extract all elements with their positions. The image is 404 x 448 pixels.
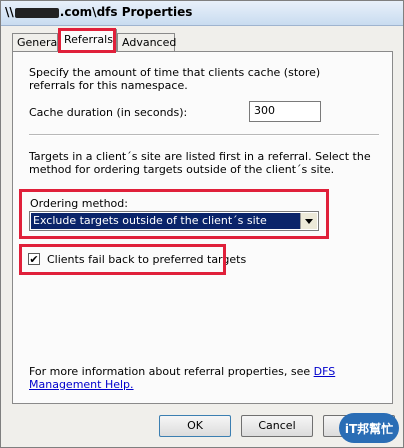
redacted-server-name: [14, 7, 59, 18]
ok-button[interactable]: OK: [159, 415, 231, 437]
cache-description: Specify the amount of time that clients …: [29, 66, 321, 92]
watermark-logo: iT邦幫忙: [339, 413, 399, 443]
tab-advanced[interactable]: Advanced: [117, 33, 176, 51]
cache-duration-label: Cache duration (in seconds):: [29, 106, 188, 119]
title-bar: \\ .com\dfs Properties: [1, 1, 403, 26]
properties-dialog: \\ .com\dfs Properties General Referrals …: [0, 0, 404, 448]
targets-description: Targets in a client´s site are listed fi…: [29, 150, 371, 176]
separator: [29, 134, 379, 136]
checkmark-icon: ✔: [29, 252, 39, 266]
chevron-down-icon: [305, 218, 313, 224]
more-info-prefix: For more information about referral prop…: [29, 365, 314, 378]
dropdown-button[interactable]: [300, 213, 317, 229]
cache-duration-input[interactable]: 300: [249, 101, 321, 122]
tab-general[interactable]: General: [12, 33, 60, 51]
title-suffix: .com\dfs Properties: [59, 5, 193, 19]
tab-referrals[interactable]: Referrals: [59, 29, 117, 52]
title-prefix: \\: [5, 5, 14, 19]
ordering-method-label: Ordering method:: [30, 197, 128, 210]
window-title: \\ .com\dfs Properties: [5, 5, 192, 19]
more-info-text: For more information about referral prop…: [29, 365, 379, 391]
ordering-method-select[interactable]: Exclude targets outside of the client´s …: [29, 211, 319, 231]
ordering-method-value: Exclude targets outside of the client´s …: [31, 213, 300, 229]
failback-checkbox[interactable]: ✔: [28, 253, 40, 265]
referrals-panel: Specify the amount of time that clients …: [12, 51, 393, 404]
cancel-button[interactable]: Cancel: [241, 415, 313, 437]
failback-label: Clients fail back to preferred targets: [47, 253, 247, 266]
